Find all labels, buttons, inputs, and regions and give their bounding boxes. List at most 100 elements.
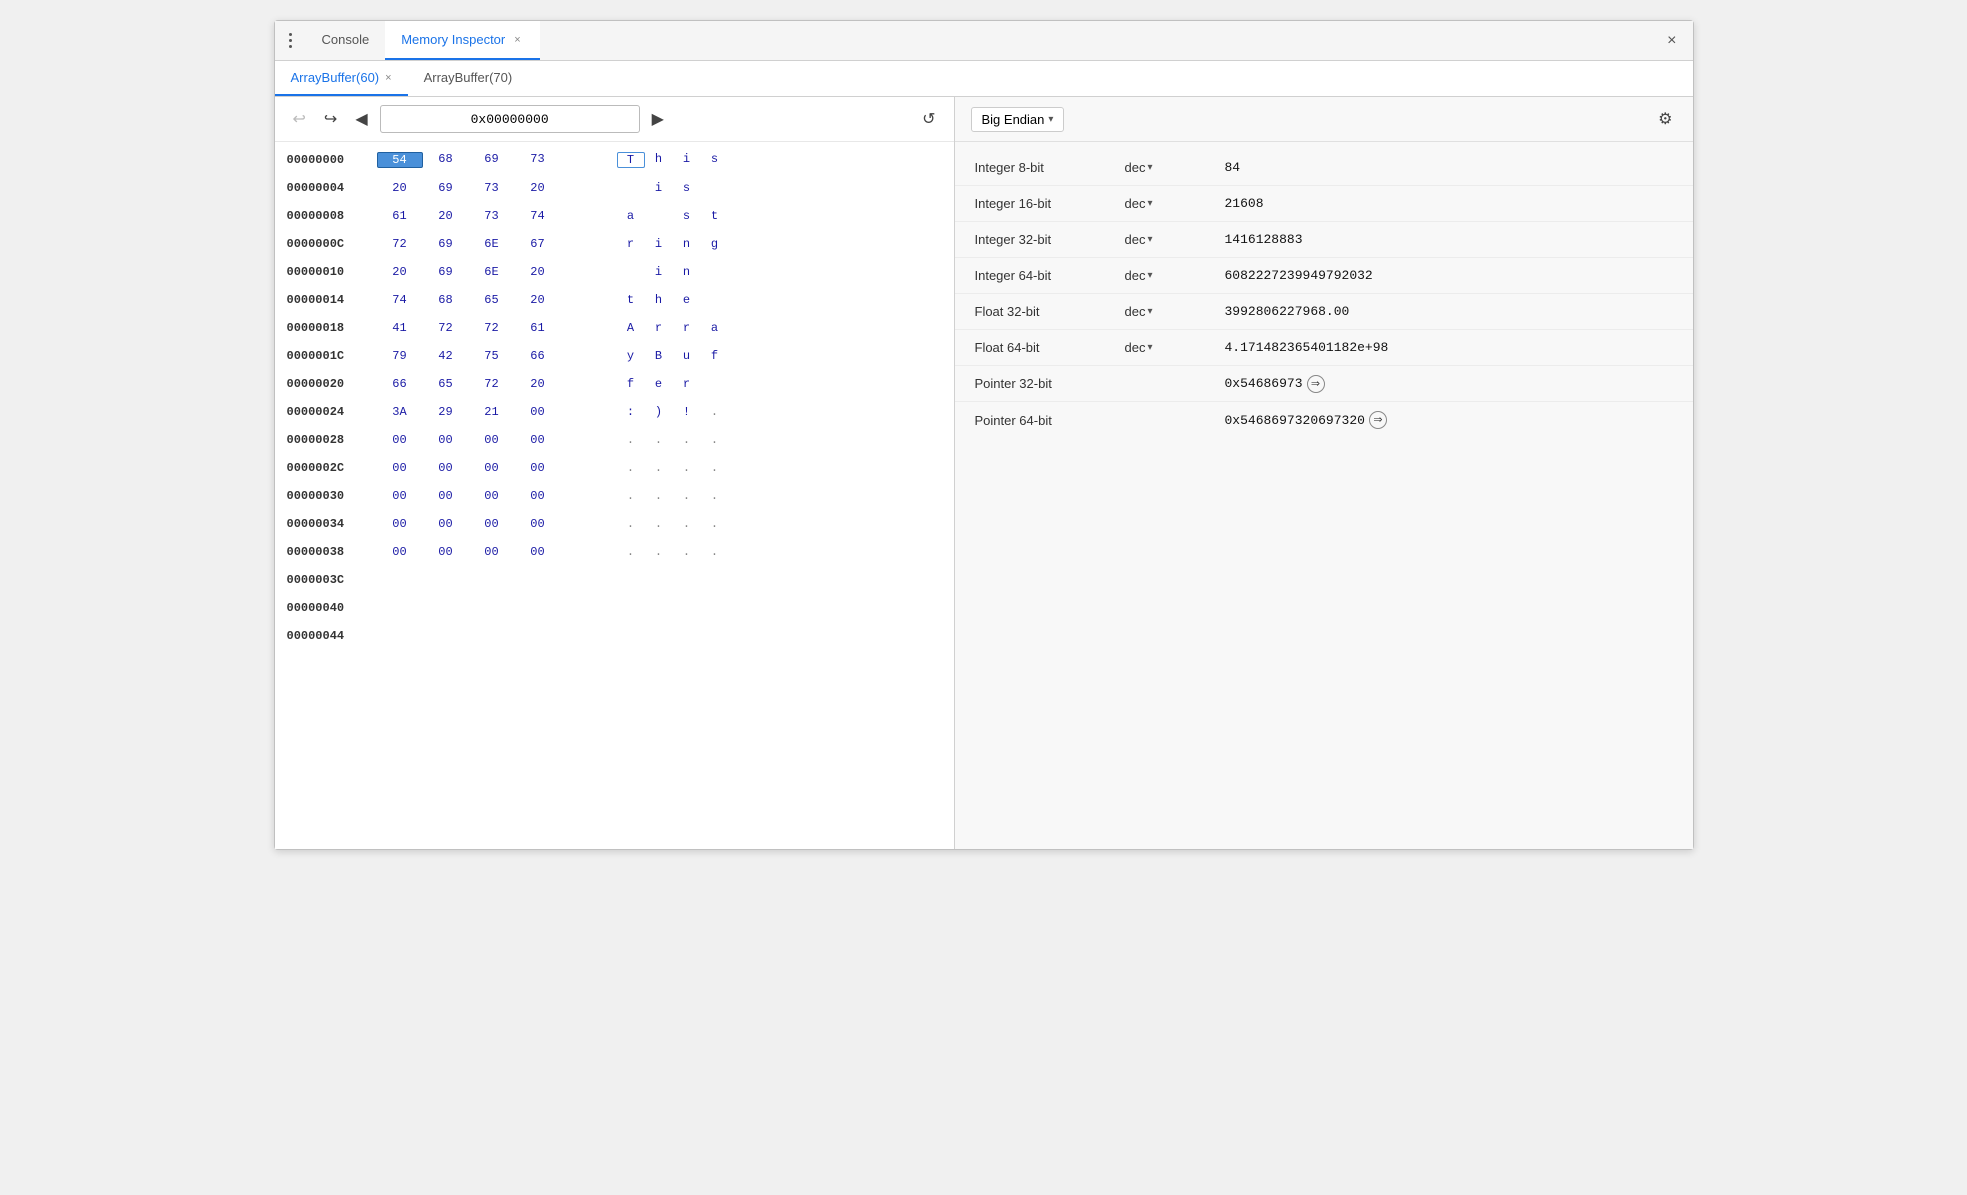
settings-button[interactable]: ⚙: [1654, 105, 1676, 133]
mem-char[interactable]: y: [617, 349, 645, 363]
mem-byte[interactable]: 42: [423, 349, 469, 363]
mem-char[interactable]: r: [673, 321, 701, 335]
value-format-int16[interactable]: dec▾: [1125, 196, 1205, 211]
mem-byte[interactable]: 74: [515, 209, 561, 223]
value-format-float64[interactable]: dec▾: [1125, 340, 1205, 355]
mem-char[interactable]: .: [701, 433, 729, 447]
mem-char[interactable]: .: [701, 405, 729, 419]
mem-char[interactable]: n: [673, 265, 701, 279]
mem-char[interactable]: s: [673, 209, 701, 223]
tab-arraybuffer-60-close[interactable]: ×: [385, 72, 391, 84]
mem-byte[interactable]: 69: [423, 265, 469, 279]
mem-char[interactable]: n: [673, 237, 701, 251]
value-format-int64[interactable]: dec▾: [1125, 268, 1205, 283]
tab-console[interactable]: Console: [306, 21, 386, 60]
mem-char[interactable]: t: [617, 293, 645, 307]
refresh-button[interactable]: ↺: [916, 105, 941, 133]
mem-byte[interactable]: 00: [469, 461, 515, 475]
tab-memory-inspector[interactable]: Memory Inspector ×: [385, 21, 539, 60]
mem-char[interactable]: :: [617, 405, 645, 419]
mem-char[interactable]: .: [673, 461, 701, 475]
tab-arraybuffer-70[interactable]: ArrayBuffer(70): [408, 61, 529, 96]
back-button[interactable]: ↩: [287, 105, 312, 133]
mem-char[interactable]: .: [645, 433, 673, 447]
mem-char[interactable]: e: [645, 377, 673, 391]
pointer-navigate-button[interactable]: ⇒: [1307, 375, 1325, 393]
value-format-float32[interactable]: dec▾: [1125, 304, 1205, 319]
mem-byte[interactable]: 20: [515, 181, 561, 195]
mem-byte[interactable]: 75: [469, 349, 515, 363]
mem-byte[interactable]: 29: [423, 405, 469, 419]
mem-char[interactable]: .: [617, 545, 645, 559]
mem-byte[interactable]: 00: [423, 517, 469, 531]
forward-button[interactable]: ↪: [318, 105, 343, 133]
endian-select[interactable]: Big Endian ▾: [971, 107, 1065, 132]
mem-char[interactable]: r: [673, 377, 701, 391]
mem-byte[interactable]: 20: [515, 293, 561, 307]
mem-byte[interactable]: 3A: [377, 405, 423, 419]
mem-char[interactable]: .: [673, 545, 701, 559]
pointer-navigate-button[interactable]: ⇒: [1369, 411, 1387, 429]
mem-byte[interactable]: 20: [515, 265, 561, 279]
mem-byte[interactable]: 00: [469, 545, 515, 559]
menu-dots-button[interactable]: [283, 29, 298, 52]
mem-byte[interactable]: 20: [515, 377, 561, 391]
mem-byte[interactable]: 00: [469, 433, 515, 447]
mem-char[interactable]: i: [645, 265, 673, 279]
mem-char[interactable]: u: [673, 349, 701, 363]
mem-byte[interactable]: 00: [515, 545, 561, 559]
mem-char[interactable]: B: [645, 349, 673, 363]
mem-byte[interactable]: 20: [423, 209, 469, 223]
mem-char[interactable]: i: [645, 181, 673, 195]
mem-byte[interactable]: 00: [515, 433, 561, 447]
mem-byte[interactable]: 00: [377, 433, 423, 447]
mem-char[interactable]: .: [617, 433, 645, 447]
mem-char[interactable]: ): [645, 405, 673, 419]
value-format-int8[interactable]: dec▾: [1125, 160, 1205, 175]
mem-byte[interactable]: 00: [469, 489, 515, 503]
mem-byte[interactable]: 41: [377, 321, 423, 335]
mem-byte[interactable]: 72: [469, 321, 515, 335]
mem-byte[interactable]: 65: [469, 293, 515, 307]
mem-char[interactable]: [701, 293, 729, 307]
prev-address-button[interactable]: ◀: [349, 105, 373, 133]
next-address-button[interactable]: ▶: [646, 105, 670, 133]
mem-byte[interactable]: 69: [469, 152, 515, 168]
mem-byte[interactable]: 69: [423, 181, 469, 195]
window-close-button[interactable]: ×: [1659, 28, 1684, 54]
mem-byte[interactable]: 72: [469, 377, 515, 391]
mem-char[interactable]: T: [617, 152, 645, 168]
mem-byte[interactable]: 00: [469, 517, 515, 531]
mem-char[interactable]: i: [645, 237, 673, 251]
mem-byte[interactable]: 00: [377, 517, 423, 531]
mem-char[interactable]: .: [673, 517, 701, 531]
mem-char[interactable]: .: [701, 461, 729, 475]
mem-char[interactable]: A: [617, 321, 645, 335]
mem-byte[interactable]: 00: [515, 461, 561, 475]
mem-char[interactable]: .: [617, 489, 645, 503]
mem-char[interactable]: [617, 265, 645, 279]
mem-byte[interactable]: 65: [423, 377, 469, 391]
mem-char[interactable]: .: [617, 461, 645, 475]
mem-byte[interactable]: 00: [423, 545, 469, 559]
mem-byte[interactable]: 00: [423, 433, 469, 447]
mem-byte[interactable]: 00: [377, 545, 423, 559]
mem-char[interactable]: f: [701, 349, 729, 363]
tab-memory-inspector-close[interactable]: ×: [511, 33, 523, 47]
address-input[interactable]: [380, 105, 640, 133]
mem-byte[interactable]: 20: [377, 265, 423, 279]
mem-char[interactable]: .: [701, 489, 729, 503]
mem-char[interactable]: .: [617, 517, 645, 531]
mem-byte[interactable]: 6E: [469, 265, 515, 279]
mem-char[interactable]: a: [617, 209, 645, 223]
mem-byte[interactable]: 72: [377, 237, 423, 251]
mem-char[interactable]: !: [673, 405, 701, 419]
mem-byte[interactable]: 73: [515, 152, 561, 168]
mem-char[interactable]: .: [645, 461, 673, 475]
mem-char[interactable]: h: [645, 293, 673, 307]
mem-byte[interactable]: 00: [377, 461, 423, 475]
mem-char[interactable]: a: [701, 321, 729, 335]
mem-char[interactable]: r: [645, 321, 673, 335]
mem-char[interactable]: s: [701, 152, 729, 168]
mem-char[interactable]: f: [617, 377, 645, 391]
